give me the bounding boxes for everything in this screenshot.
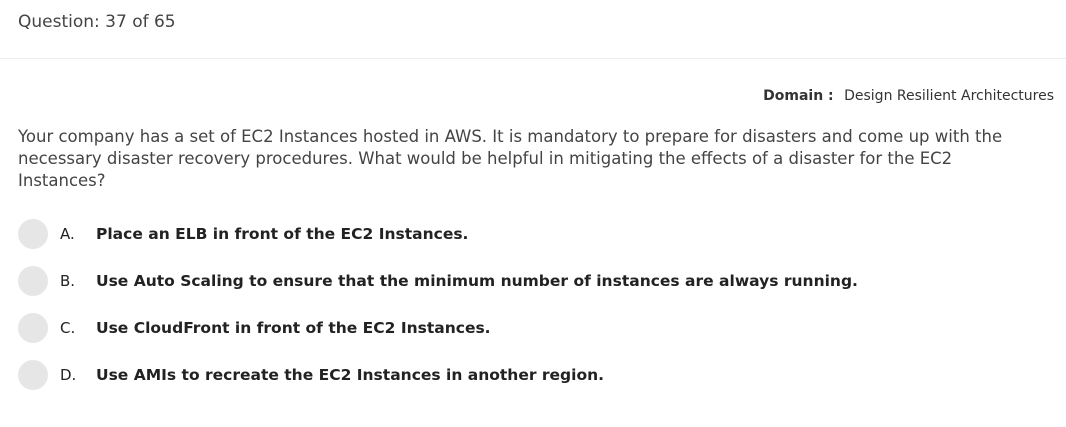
question-counter: Question: 37 of 65 <box>18 12 176 32</box>
option-b[interactable]: B. Use Auto Scaling to ensure that the m… <box>18 265 1048 297</box>
domain-value: Design Resilient Architectures <box>844 88 1054 104</box>
option-d[interactable]: D. Use AMIs to recreate the EC2 Instance… <box>18 359 1048 391</box>
option-letter: B. <box>60 272 76 290</box>
radio-button-d[interactable] <box>18 360 48 390</box>
option-a[interactable]: A. Place an ELB in front of the EC2 Inst… <box>18 218 1048 250</box>
option-text[interactable]: Use Auto Scaling to ensure that the mini… <box>96 272 858 290</box>
option-c[interactable]: C. Use CloudFront in front of the EC2 In… <box>18 312 1048 344</box>
radio-button-a[interactable] <box>18 219 48 249</box>
radio-button-c[interactable] <box>18 313 48 343</box>
question-header: Question: 37 of 65 <box>0 0 1066 59</box>
radio-button-b[interactable] <box>18 266 48 296</box>
question-text: Your company has a set of EC2 Instances … <box>18 127 1003 190</box>
option-letter: D. <box>60 366 77 384</box>
domain-label: Domain : <box>763 88 834 104</box>
option-text[interactable]: Use AMIs to recreate the EC2 Instances i… <box>96 366 604 384</box>
domain-row: Domain : Design Resilient Architectures <box>763 88 1054 104</box>
option-letter: A. <box>60 225 75 243</box>
option-text[interactable]: Use CloudFront in front of the EC2 Insta… <box>96 319 491 337</box>
answer-options: A. Place an ELB in front of the EC2 Inst… <box>18 218 1048 406</box>
option-letter: C. <box>60 319 76 337</box>
option-text[interactable]: Place an ELB in front of the EC2 Instanc… <box>96 225 468 243</box>
